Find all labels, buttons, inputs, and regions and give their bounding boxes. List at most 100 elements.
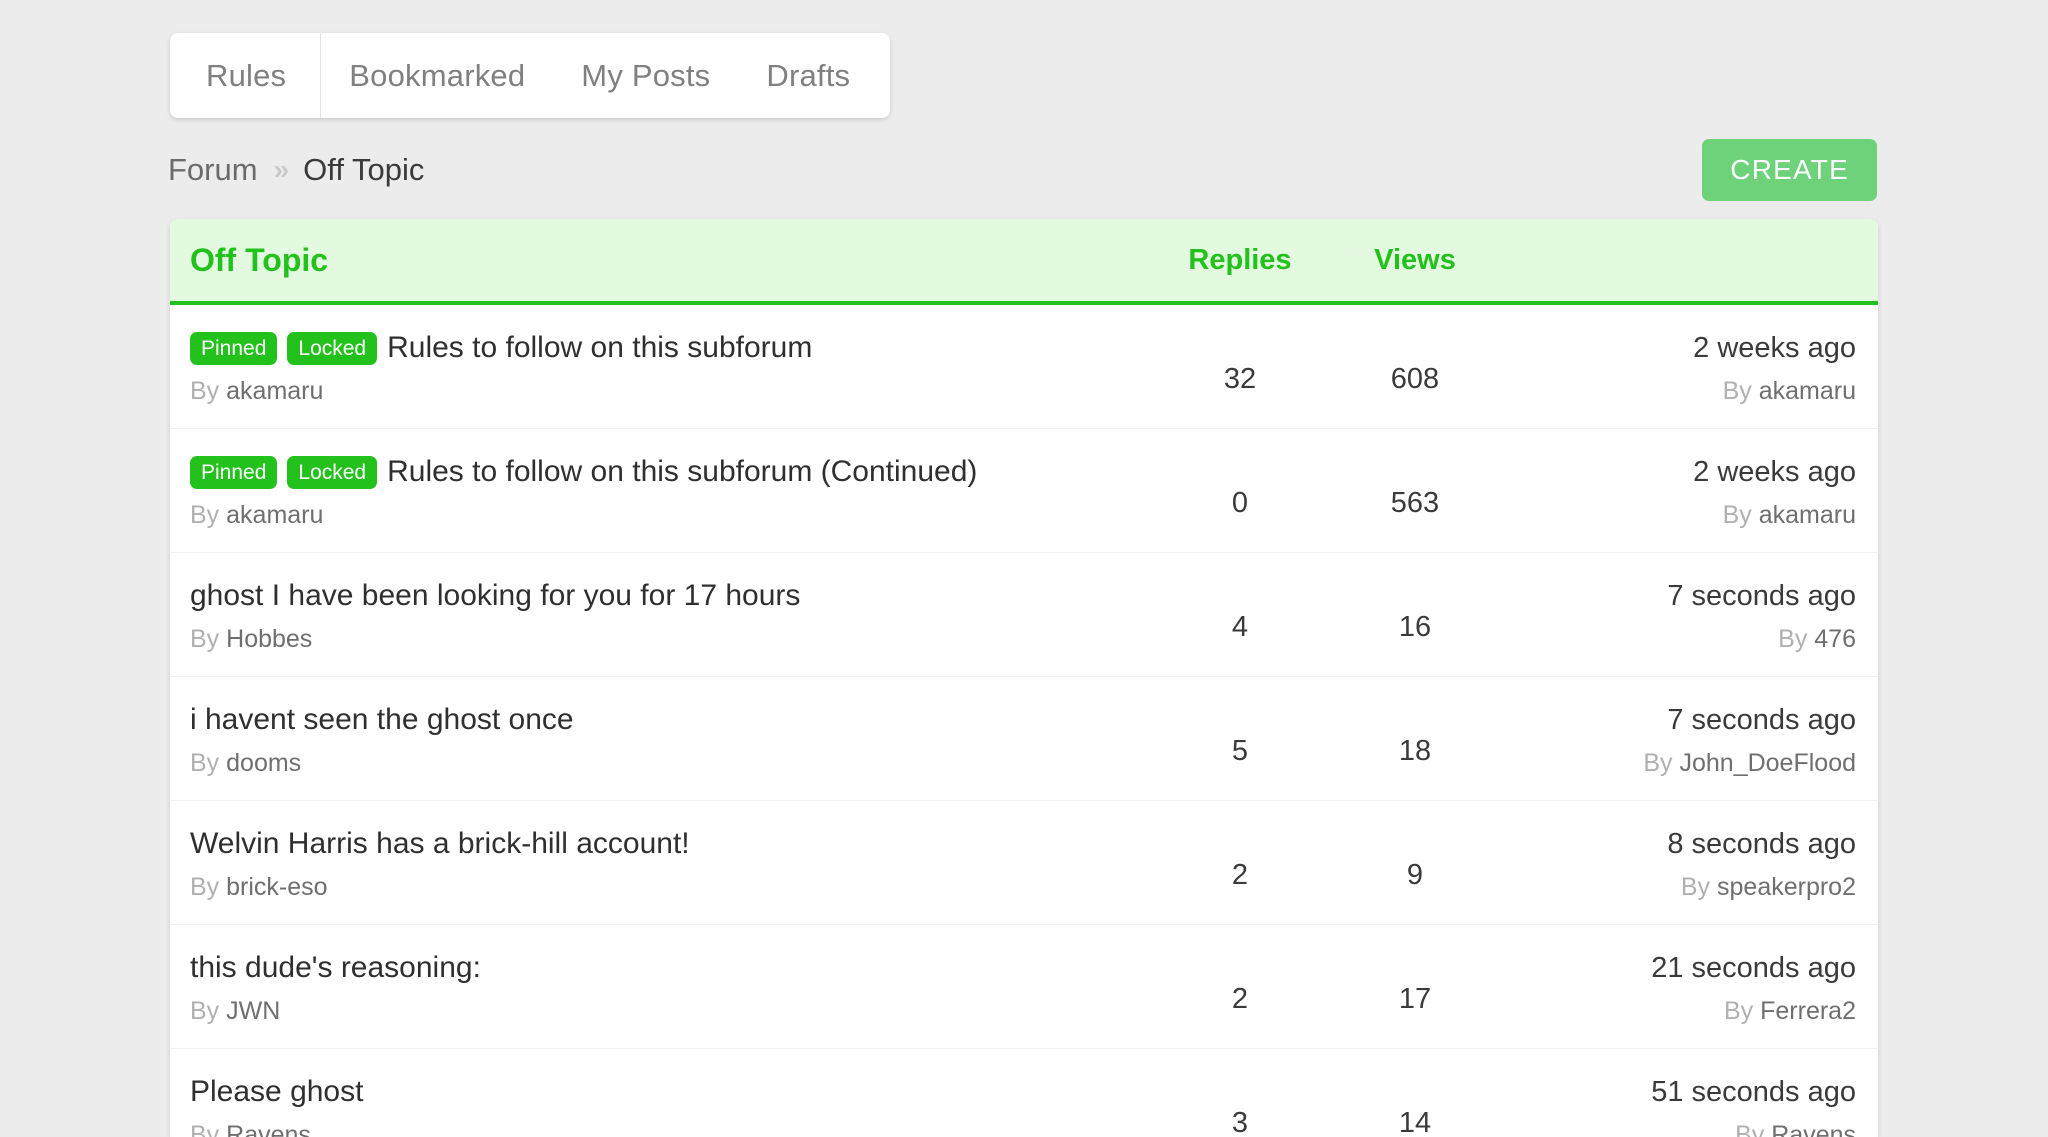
thread-author: By akamaru bbox=[190, 501, 977, 530]
table-row[interactable]: Pinned Locked Rules to follow on this subf… bbox=[170, 305, 1878, 429]
by-label: By bbox=[1778, 625, 1808, 653]
tab-my-posts-label: My Posts bbox=[581, 57, 711, 93]
thread-title-link[interactable]: Rules to follow on this subforum bbox=[387, 331, 812, 365]
thread-title-line: i havent seen the ghost once bbox=[190, 699, 574, 741]
last-activity: 7 seconds ago By John_DoeFlood bbox=[1643, 699, 1856, 778]
views-count: 563 bbox=[1390, 487, 1440, 519]
author-link[interactable]: brick-eso bbox=[226, 873, 327, 901]
table-row[interactable]: ghost I have been looking for you for 17… bbox=[170, 553, 1878, 677]
views-count: 18 bbox=[1398, 735, 1432, 767]
thread-list: Pinned Locked Rules to follow on this subf… bbox=[170, 305, 1878, 1137]
author-link[interactable]: akamaru bbox=[226, 377, 323, 405]
last-author-link[interactable]: akamaru bbox=[1759, 377, 1856, 405]
replies-count: 2 bbox=[1231, 983, 1249, 1015]
views-count: 14 bbox=[1398, 1107, 1432, 1137]
last-activity-time: 51 seconds ago bbox=[1651, 1076, 1856, 1108]
table-row[interactable]: Pinned Locked Rules to follow on this subf… bbox=[170, 429, 1878, 553]
last-activity-time: 2 weeks ago bbox=[1693, 456, 1856, 488]
table-row[interactable]: i havent seen the ghost once By dooms 5 18 7… bbox=[170, 677, 1878, 801]
last-author-link[interactable]: speakerpro2 bbox=[1717, 873, 1856, 901]
table-row[interactable]: Please ghost By Ravens 3 14 51 seconds ago By… bbox=[170, 1049, 1878, 1137]
by-label: By bbox=[1722, 377, 1752, 405]
last-activity-time: 2 weeks ago bbox=[1693, 332, 1856, 364]
table-header-replies: Replies bbox=[1188, 243, 1292, 276]
thread-author: By Ravens bbox=[190, 1121, 363, 1137]
thread-summary: ghost I have been looking for you for 17… bbox=[190, 575, 800, 654]
replies-count: 2 bbox=[1231, 859, 1249, 891]
thread-title-line: Pinned Locked Rules to follow on this subf… bbox=[190, 327, 812, 369]
table-row[interactable]: Welvin Harris has a brick-hill account! B… bbox=[170, 801, 1878, 925]
thread-author: By akamaru bbox=[190, 377, 812, 406]
tab-bookmarked[interactable]: Bookmarked bbox=[321, 33, 553, 118]
last-author-link[interactable]: Ravens bbox=[1771, 1121, 1856, 1137]
last-activity: 7 seconds ago By 476 bbox=[1667, 575, 1856, 654]
thread-title-link[interactable]: Welvin Harris has a brick-hill account! bbox=[190, 827, 690, 861]
last-author-link[interactable]: 476 bbox=[1814, 625, 1856, 653]
last-activity-author: By akamaru bbox=[1693, 501, 1856, 530]
thread-summary: this dude's reasoning: By JWN bbox=[190, 947, 481, 1026]
last-activity-time: 21 seconds ago bbox=[1651, 952, 1856, 984]
by-label: By bbox=[1680, 873, 1711, 901]
last-activity-author: By 476 bbox=[1667, 625, 1856, 654]
by-label: By bbox=[1722, 501, 1752, 529]
last-author-link[interactable]: akamaru bbox=[1759, 501, 1856, 529]
status-badge-locked: Locked bbox=[287, 331, 378, 365]
thread-summary: Pinned Locked Rules to follow on this subf… bbox=[190, 451, 977, 530]
thread-title-link[interactable]: Please ghost bbox=[190, 1075, 363, 1109]
last-author-link[interactable]: Ferrera2 bbox=[1760, 997, 1856, 1025]
last-activity: 2 weeks ago By akamaru bbox=[1693, 327, 1856, 406]
thread-title-line: ghost I have been looking for you for 17… bbox=[190, 575, 800, 617]
breadcrumb: Forum » Off Topic bbox=[168, 152, 424, 188]
author-link[interactable]: JWN bbox=[226, 997, 280, 1025]
author-link[interactable]: akamaru bbox=[226, 501, 323, 529]
replies-count: 32 bbox=[1223, 363, 1257, 395]
last-activity-author: By John_DoeFlood bbox=[1643, 749, 1856, 778]
tab-drafts[interactable]: Drafts bbox=[738, 33, 890, 118]
status-badge-pinned: Pinned bbox=[190, 455, 278, 489]
last-author-link[interactable]: John_DoeFlood bbox=[1679, 749, 1856, 777]
thread-author: By JWN bbox=[190, 997, 481, 1026]
by-label: By bbox=[190, 749, 220, 777]
by-label: By bbox=[190, 625, 220, 653]
thread-title-link[interactable]: i havent seen the ghost once bbox=[190, 703, 574, 737]
last-activity: 51 seconds ago By Ravens bbox=[1651, 1071, 1856, 1137]
thread-author: By Hobbes bbox=[190, 625, 800, 654]
table-header-title: Off Topic bbox=[190, 241, 329, 278]
last-activity-author: By Ravens bbox=[1651, 1121, 1856, 1137]
author-link[interactable]: dooms bbox=[226, 749, 301, 777]
views-count: 16 bbox=[1398, 611, 1432, 643]
thread-title-link[interactable]: this dude's reasoning: bbox=[190, 951, 481, 985]
thread-summary: Pinned Locked Rules to follow on this subf… bbox=[190, 327, 812, 406]
tab-bar: Rules Bookmarked My Posts Drafts bbox=[170, 33, 891, 118]
replies-count: 4 bbox=[1231, 611, 1249, 643]
thread-title-line: Welvin Harris has a brick-hill account! bbox=[190, 823, 690, 865]
thread-title-link[interactable]: Rules to follow on this subforum (Contin… bbox=[387, 455, 977, 489]
tab-my-posts[interactable]: My Posts bbox=[553, 33, 738, 118]
views-count: 17 bbox=[1398, 983, 1432, 1015]
last-activity-author: By speakerpro2 bbox=[1667, 873, 1856, 902]
tab-rules[interactable]: Rules bbox=[170, 33, 322, 118]
last-activity: 2 weeks ago By akamaru bbox=[1693, 451, 1856, 530]
thread-summary: i havent seen the ghost once By dooms bbox=[190, 699, 574, 778]
by-label: By bbox=[190, 997, 220, 1025]
status-badge-pinned: Pinned bbox=[190, 331, 278, 365]
chevron-double-right-icon: » bbox=[273, 154, 290, 185]
tab-drafts-label: Drafts bbox=[766, 57, 851, 93]
last-activity-author: By akamaru bbox=[1693, 377, 1856, 406]
table-row[interactable]: this dude's reasoning: By JWN 2 17 21 second… bbox=[170, 925, 1878, 1049]
by-label: By bbox=[190, 501, 220, 529]
by-label: By bbox=[190, 377, 220, 405]
breadcrumb-forum-link[interactable]: Forum bbox=[168, 152, 258, 188]
author-link[interactable]: Ravens bbox=[226, 1121, 311, 1137]
thread-title-link[interactable]: ghost I have been looking for you for 17… bbox=[190, 579, 800, 613]
tab-rules-label: Rules bbox=[206, 57, 287, 93]
forum-page: Rules Bookmarked My Posts Drafts Forum »… bbox=[0, 0, 2048, 1137]
author-link[interactable]: Hobbes bbox=[226, 625, 312, 653]
last-activity-time: 7 seconds ago bbox=[1667, 580, 1856, 612]
thread-title-line: this dude's reasoning: bbox=[190, 947, 481, 989]
create-button[interactable]: CREATE bbox=[1702, 139, 1877, 201]
breadcrumb-current: Off Topic bbox=[303, 152, 425, 187]
table-header: Off Topic Replies Views bbox=[170, 219, 1878, 305]
status-badge-locked: Locked bbox=[287, 455, 378, 489]
last-activity: 21 seconds ago By Ferrera2 bbox=[1651, 947, 1856, 1026]
